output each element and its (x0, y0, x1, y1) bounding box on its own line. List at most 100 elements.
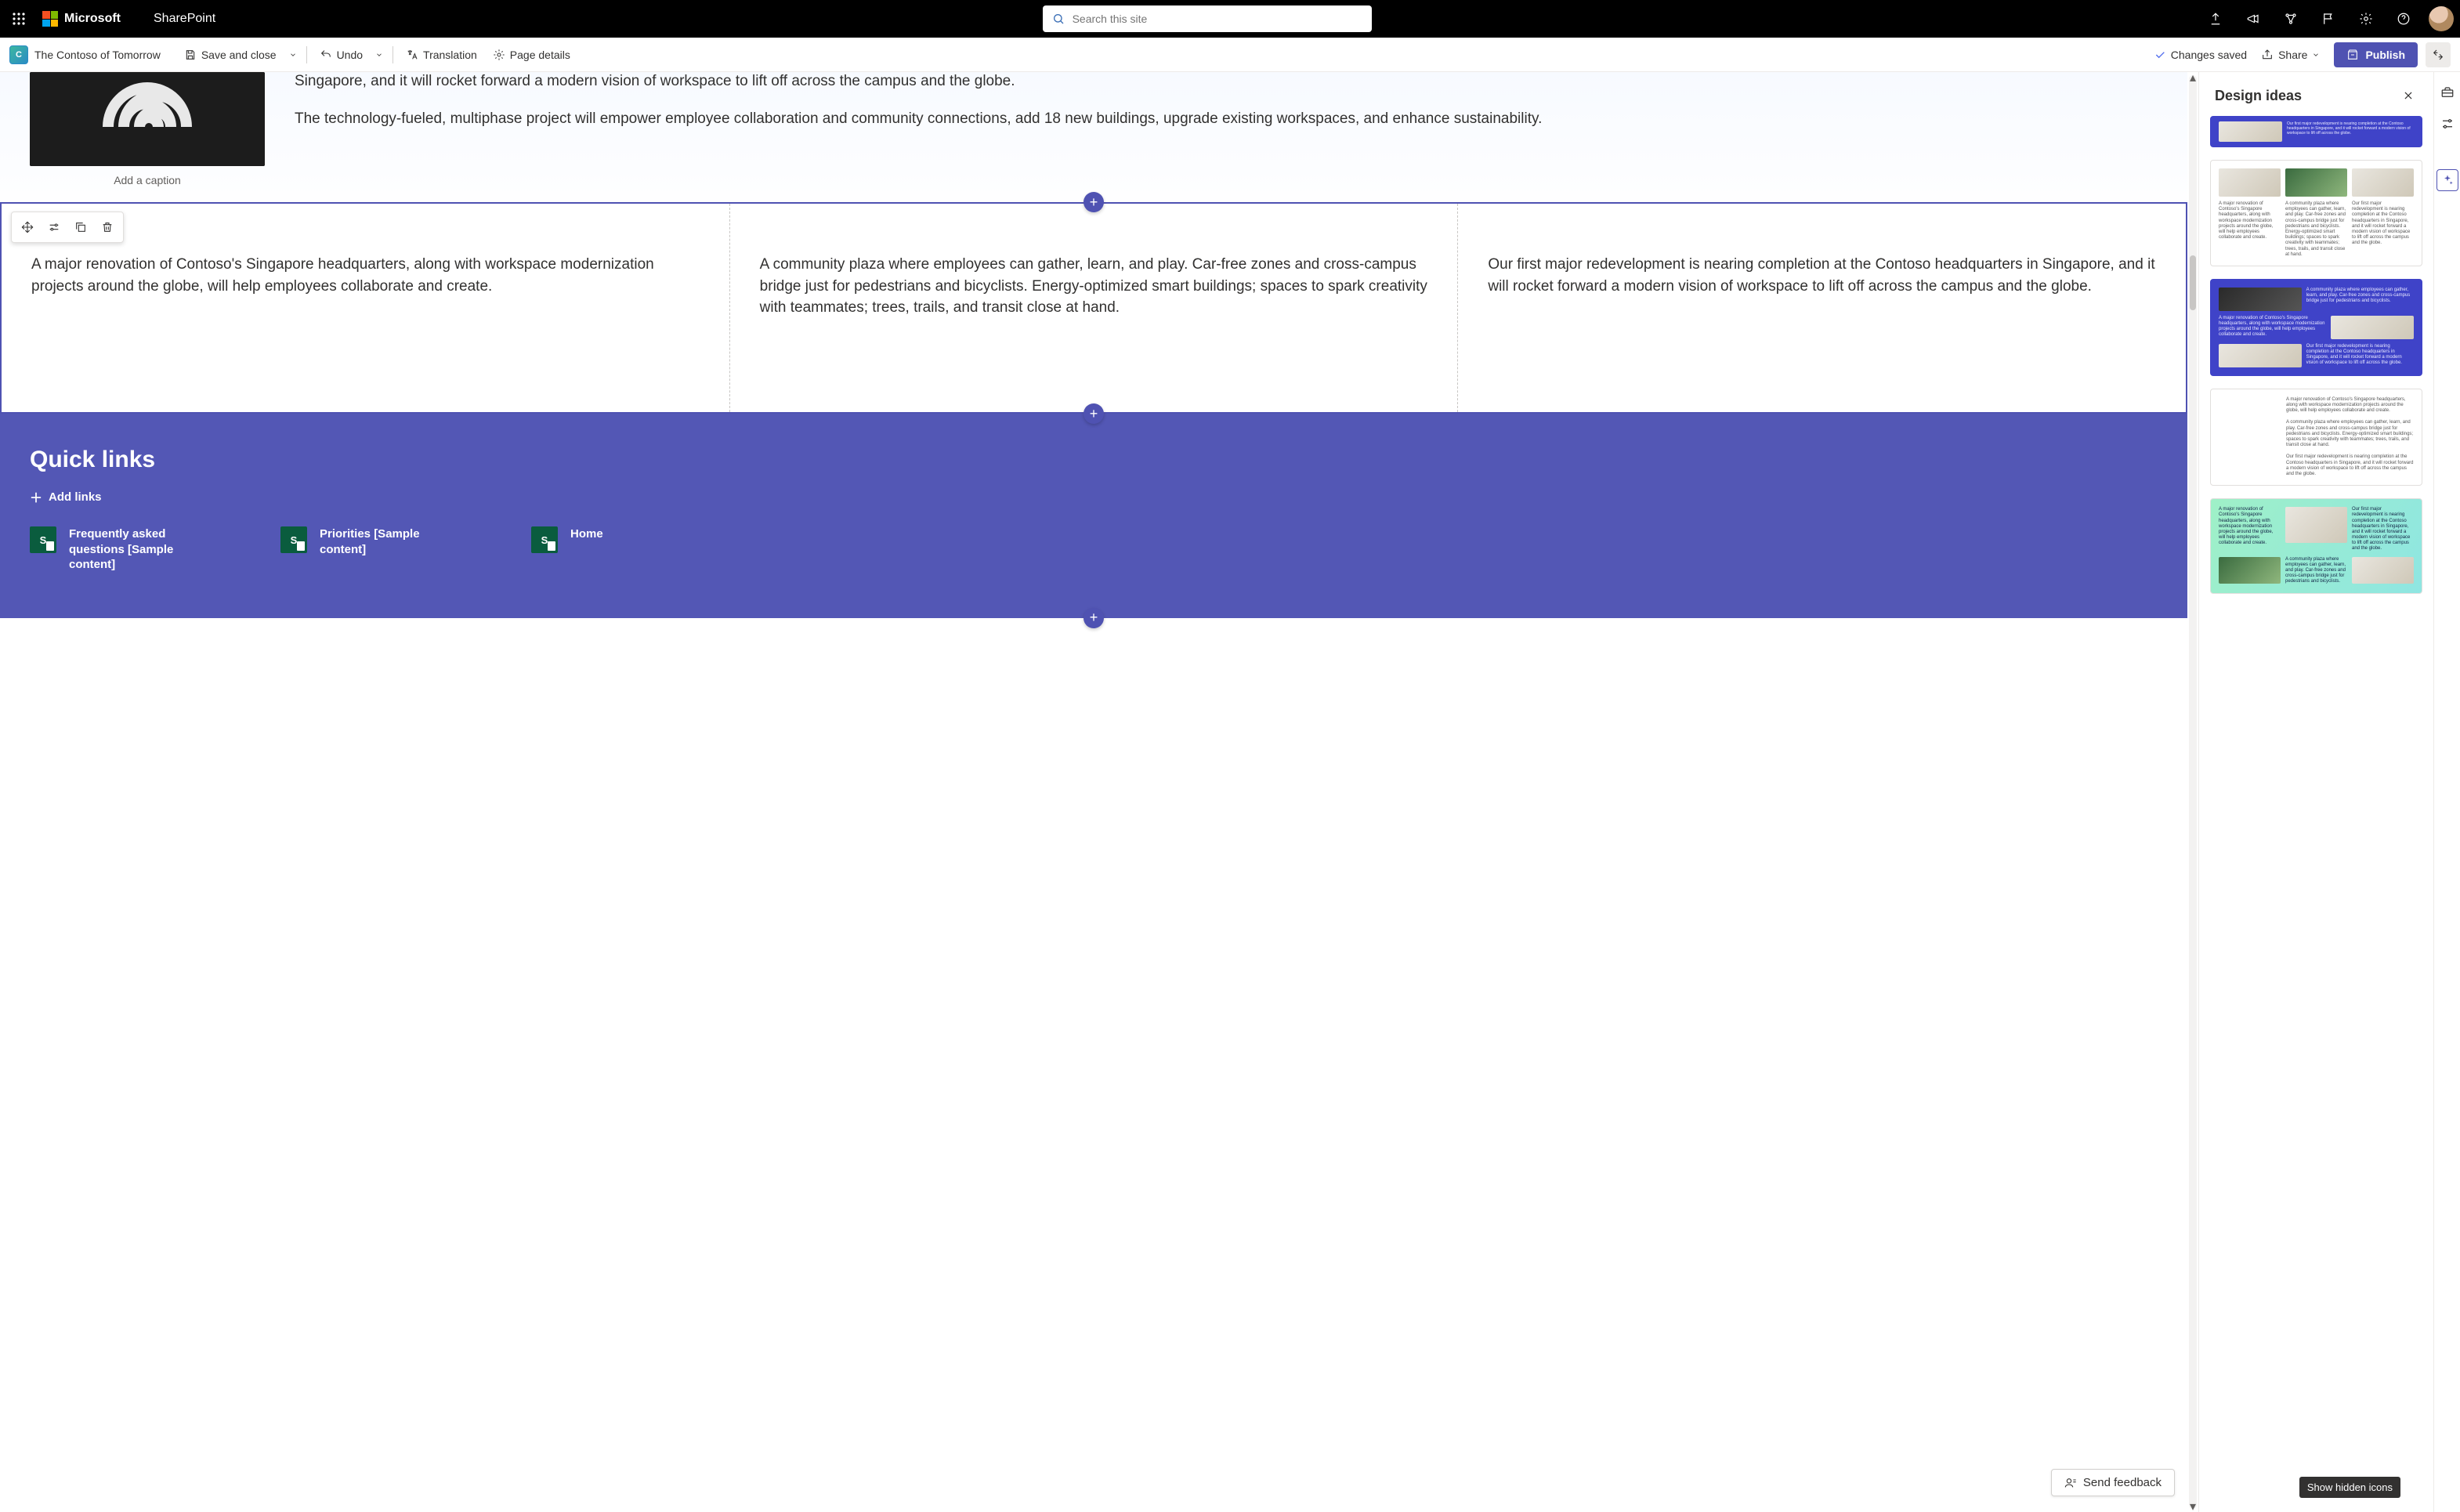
undo-icon (320, 49, 332, 61)
save-icon (184, 49, 197, 61)
translation-label: Translation (423, 49, 477, 61)
chevron-down-icon (289, 51, 297, 59)
avatar[interactable] (2429, 6, 2454, 31)
design-idea-card[interactable]: A major renovation of Contoso's Singapor… (2210, 160, 2422, 266)
add-links-button[interactable]: ＋ Add links (30, 487, 2158, 506)
share-icon (2261, 49, 2274, 61)
canvas-scrollbar[interactable]: ▴ ▾ (2189, 75, 2197, 1509)
selected-section-wrap: + A majo (0, 202, 2187, 414)
undo-chevron[interactable] (372, 46, 386, 63)
design-ideas-title: Design ideas (2215, 88, 2302, 104)
quick-link-label: Home (570, 526, 603, 542)
column-1-text: A major renovation of Contoso's Singapor… (31, 256, 654, 295)
send-feedback-button[interactable]: Send feedback (2051, 1469, 2175, 1496)
chevron-down-icon (375, 51, 383, 59)
connections-button[interactable] (2274, 2, 2308, 36)
edit-section-button[interactable] (42, 215, 67, 239)
plus-icon: ＋ (30, 487, 42, 506)
search-box[interactable] (1043, 5, 1372, 32)
undo-button[interactable]: Undo (313, 44, 369, 66)
intro-line-truncated: Singapore, and it will rocket forward a … (295, 72, 2162, 92)
quick-link-label: Frequently asked questions [Sample conte… (69, 526, 210, 573)
three-column-section[interactable]: A major renovation of Contoso's Singapor… (0, 202, 2187, 414)
intro-text[interactable]: Singapore, and it will rocket forward a … (295, 72, 2162, 194)
quick-link-item-home[interactable]: S Home (531, 526, 603, 573)
design-ideas-list[interactable]: Our first major redevelopment is nearing… (2199, 116, 2433, 1512)
duplicate-section-button[interactable] (68, 215, 93, 239)
save-close-chevron[interactable] (286, 46, 300, 63)
chevron-down-icon (2312, 51, 2320, 59)
quick-link-item-priorities[interactable]: S Priorities [Sample content] (280, 526, 461, 573)
quick-link-item-faq[interactable]: S Frequently asked questions [Sample con… (30, 526, 210, 573)
spiral-icon (30, 72, 265, 166)
design-idea-card[interactable]: Our first major redevelopment is nearing… (2210, 116, 2422, 147)
save-close-button[interactable]: Save and close (178, 44, 283, 66)
app-launcher-button[interactable] (6, 6, 31, 31)
column-3[interactable]: Our first major redevelopment is nearing… (1457, 204, 2186, 412)
column-2[interactable]: A community plaza where employees can ga… (729, 204, 1458, 412)
add-section-after-quicklinks-button[interactable]: + (1083, 608, 1104, 628)
intro-paragraph: The technology-fueled, multiphase projec… (295, 108, 2162, 130)
flag-icon (2321, 12, 2335, 26)
delete-section-button[interactable] (95, 215, 120, 239)
copy-icon (74, 221, 87, 233)
sparkle-icon (2441, 174, 2454, 186)
search-icon (1052, 13, 1065, 25)
page-details-button[interactable]: Page details (487, 44, 577, 66)
collapse-icon (2432, 49, 2444, 61)
announcements-button[interactable] (2236, 2, 2270, 36)
send-feedback-label: Send feedback (2083, 1476, 2162, 1489)
intro-image-block[interactable]: Add a caption (30, 72, 265, 194)
flag-button[interactable] (2311, 2, 2346, 36)
translation-button[interactable]: Translation (400, 44, 483, 66)
sliders-icon (48, 221, 60, 233)
brand-label: Microsoft (64, 12, 121, 26)
microsoft-logo[interactable]: Microsoft (42, 11, 121, 27)
save-close-label: Save and close (201, 49, 277, 61)
add-section-above-button[interactable]: + (1083, 192, 1104, 212)
scroll-down-icon: ▾ (2189, 1503, 2197, 1510)
design-idea-card[interactable]: A major renovation of Contoso's Singapor… (2210, 389, 2422, 486)
hero-image (30, 72, 265, 166)
scrollbar-thumb[interactable] (2190, 255, 2196, 310)
toolbox-button[interactable] (2438, 83, 2457, 102)
sharepoint-doc-icon: S (30, 526, 56, 553)
undo-label: Undo (337, 49, 363, 61)
help-button[interactable] (2386, 2, 2421, 36)
design-idea-card[interactable]: A community plaza where employees can ga… (2210, 279, 2422, 376)
properties-button[interactable] (2438, 114, 2457, 133)
collapse-pane-button[interactable] (2426, 42, 2451, 67)
waffle-icon (12, 12, 26, 26)
search-input[interactable] (1071, 12, 1362, 26)
megaphone-icon (2246, 12, 2260, 26)
add-section-below-button[interactable]: + (1083, 403, 1104, 424)
image-caption-placeholder[interactable]: Add a caption (30, 166, 265, 194)
command-bar: C The Contoso of Tomorrow Save and close… (0, 38, 2460, 72)
intro-section: Add a caption Singapore, and it will roc… (0, 72, 2187, 202)
move-icon (21, 221, 34, 233)
design-ideas-launcher[interactable] (2436, 169, 2458, 191)
design-ideas-panel: Design ideas Our first major redevelopme… (2198, 72, 2433, 1512)
upload-button[interactable] (2198, 2, 2233, 36)
toolbox-icon (2440, 85, 2455, 99)
move-section-button[interactable] (15, 215, 40, 239)
publish-icon (2346, 49, 2359, 61)
gear-icon (2359, 12, 2373, 26)
sharepoint-doc-icon: S (531, 526, 558, 553)
close-icon (2403, 90, 2414, 101)
close-panel-button[interactable] (2399, 86, 2418, 105)
quick-links-section: Quick links ＋ Add links S Frequently ask… (0, 414, 2187, 618)
design-idea-card[interactable]: A major renovation of Contoso's Singapor… (2210, 498, 2422, 593)
divider (306, 46, 307, 63)
check-icon (2154, 49, 2166, 61)
publish-button[interactable]: Publish (2334, 42, 2418, 67)
page-canvas: Add a caption Singapore, and it will roc… (0, 72, 2198, 1512)
save-status: Changes saved (2154, 49, 2247, 61)
share-button[interactable]: Share (2255, 44, 2326, 66)
header-actions (2198, 2, 2454, 36)
app-name[interactable]: SharePoint (154, 12, 215, 26)
column-2-text: A community plaza where employees can ga… (760, 256, 1427, 316)
settings-button[interactable] (2349, 2, 2383, 36)
quick-links-title: Quick links (30, 447, 2158, 473)
site-breadcrumb[interactable]: C The Contoso of Tomorrow (9, 45, 161, 64)
